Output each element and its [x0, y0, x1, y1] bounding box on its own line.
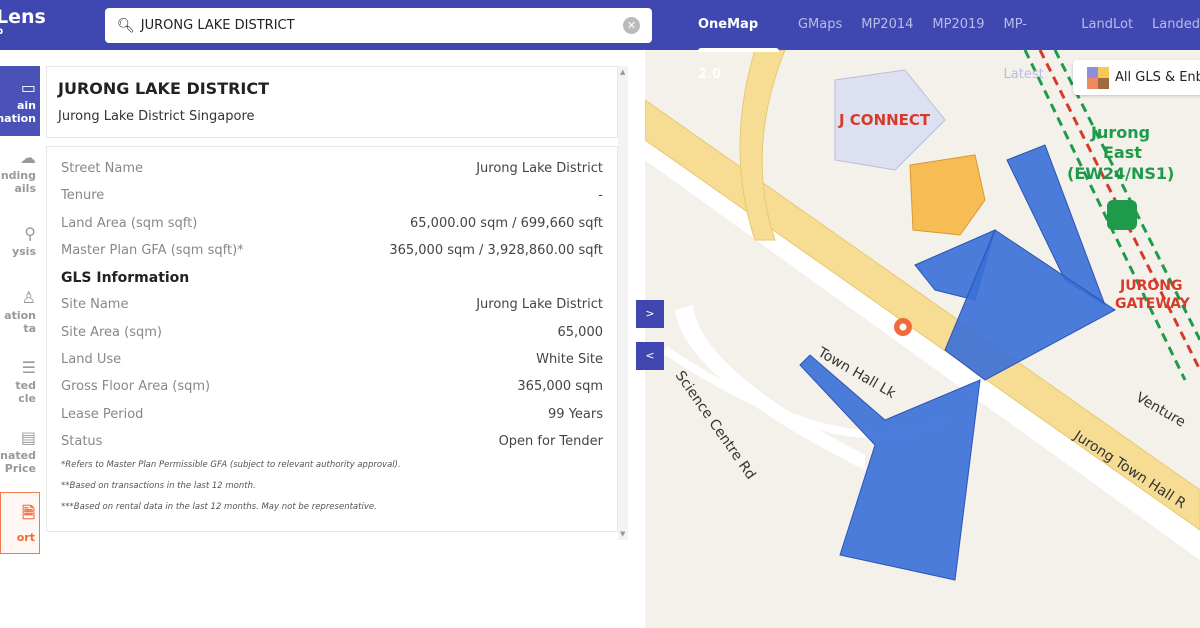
sidebar-item-report[interactable]: 🗎︎ ort — [0, 492, 40, 554]
header: Lensp 🔍︎ JURONG LAKE DISTRICT ✕ OneMap 2… — [0, 0, 1200, 82]
logo[interactable]: Lensp — [0, 6, 46, 37]
clear-icon[interactable]: ✕ — [623, 17, 640, 34]
info-card-icon: ▭ — [20, 77, 36, 97]
gls-row: Land Use White Site — [61, 351, 603, 367]
article-icon: ☰ — [21, 357, 36, 377]
gls-row: Status Open for Tender — [61, 433, 603, 449]
layers-icon — [1087, 66, 1109, 89]
sidebar-item-main-information[interactable]: ▭ainmation — [0, 66, 40, 136]
surrounding-icon: ☁ — [20, 147, 36, 167]
panel-scrollbar[interactable]: ▲ ▼ — [618, 66, 628, 540]
tab-mp-latest[interactable]: MP-Latest — [1004, 0, 1063, 82]
search-value: JURONG LAKE DISTRICT — [140, 18, 295, 33]
title-card: JURONG LAKE DISTRICT Jurong Lake Distric… — [46, 66, 618, 138]
detail-row: Land Area (sqm sqft) 65,000.00 sqm / 699,… — [61, 215, 603, 231]
page-title: JURONG LAKE DISTRICT — [58, 79, 270, 98]
sidebar-item-analysis[interactable]: ⚲ ysis — [0, 206, 40, 276]
info-panel: JURONG LAKE DISTRICT Jurong Lake Distric… — [46, 66, 618, 540]
tab-mp2014[interactable]: MP2014 — [861, 0, 913, 50]
sidebar-item-valuation-data[interactable]: ♙ ation ta — [0, 276, 40, 346]
layer-legend-button[interactable]: All GLS & Enbl — [1073, 60, 1200, 95]
gls-row: Site Area (sqm) 65,000 — [61, 324, 603, 340]
analysis-icon: ⚲ — [24, 224, 36, 243]
sidebar: ▭ainmation ☁ndingails ⚲ysis ♙ationta ☰te… — [0, 66, 40, 554]
sidebar-item-estimated-price[interactable]: ▤natedg Price — [0, 416, 40, 486]
sidebar-item-related-article[interactable]: ☰ ted cle — [0, 346, 40, 416]
search-input[interactable]: 🔍︎ JURONG LAKE DISTRICT ✕ — [105, 8, 652, 43]
mrt-icon — [1107, 200, 1137, 230]
report-icon: 🗎︎ — [22, 503, 35, 522]
map-canvas: J CONNECT Jurong East (EW24/NS1) JURONG … — [645, 50, 1200, 581]
gls-row: Gross Floor Area (sqm) 365,000 sqm — [61, 379, 603, 395]
valuation-icon: ♙ — [21, 287, 36, 307]
search-icon: 🔍︎ — [117, 17, 135, 34]
svg-text:GATEWAY: GATEWAY — [1115, 296, 1191, 312]
map[interactable]: J CONNECT Jurong East (EW24/NS1) JURONG … — [645, 50, 1200, 628]
footnote: *Refers to Master Plan Permissible GFA (… — [61, 460, 401, 471]
tab-gmaps[interactable]: GMaps — [798, 0, 842, 50]
detail-row: Master Plan GFA (sqm sqft)* 365,000 sqm /… — [61, 243, 603, 259]
gls-row: Lease Period 99 Years — [61, 406, 603, 422]
detail-row: Tenure - — [61, 188, 603, 204]
tab-onemap[interactable]: OneMap 2.0 — [698, 0, 779, 82]
svg-text:East: East — [1103, 143, 1142, 162]
sidebar-item-surrounding-details[interactable]: ☁ nding ails — [0, 136, 40, 206]
svg-text:Venture: Venture — [1133, 390, 1188, 431]
svg-text:Jurong: Jurong — [1090, 123, 1150, 142]
tab-landlot[interactable]: LandLot — [1081, 0, 1133, 50]
svg-text:J CONNECT: J CONNECT — [838, 111, 931, 129]
details-card: Street Name Jurong Lake District Tenure - … — [46, 146, 618, 532]
svg-text:JURONG: JURONG — [1119, 278, 1182, 294]
expand-panel-button[interactable]: > — [636, 300, 664, 328]
price-icon: ▤ — [20, 427, 36, 447]
tab-landed[interactable]: Landed — [1152, 0, 1200, 50]
footnote: **Based on transactions in the last 12 m… — [61, 481, 256, 492]
page-subtitle: Jurong Lake District Singapore — [58, 109, 255, 124]
svg-text:(EW24/NS1): (EW24/NS1) — [1067, 164, 1174, 183]
map-tabs: OneMap 2.0 GMaps MP2014 MP2019 MP-Latest… — [698, 0, 1200, 82]
gls-heading: GLS Information — [61, 269, 190, 286]
detail-row: Street Name Jurong Lake District — [61, 161, 603, 177]
gls-row: Site Name Jurong Lake District — [61, 297, 603, 313]
tab-mp2019[interactable]: MP2019 — [932, 0, 984, 50]
footnote: ***Based on rental data in the last 12 m… — [61, 502, 377, 513]
collapse-panel-button[interactable]: < — [636, 342, 664, 370]
j-connect-building — [909, 154, 986, 236]
